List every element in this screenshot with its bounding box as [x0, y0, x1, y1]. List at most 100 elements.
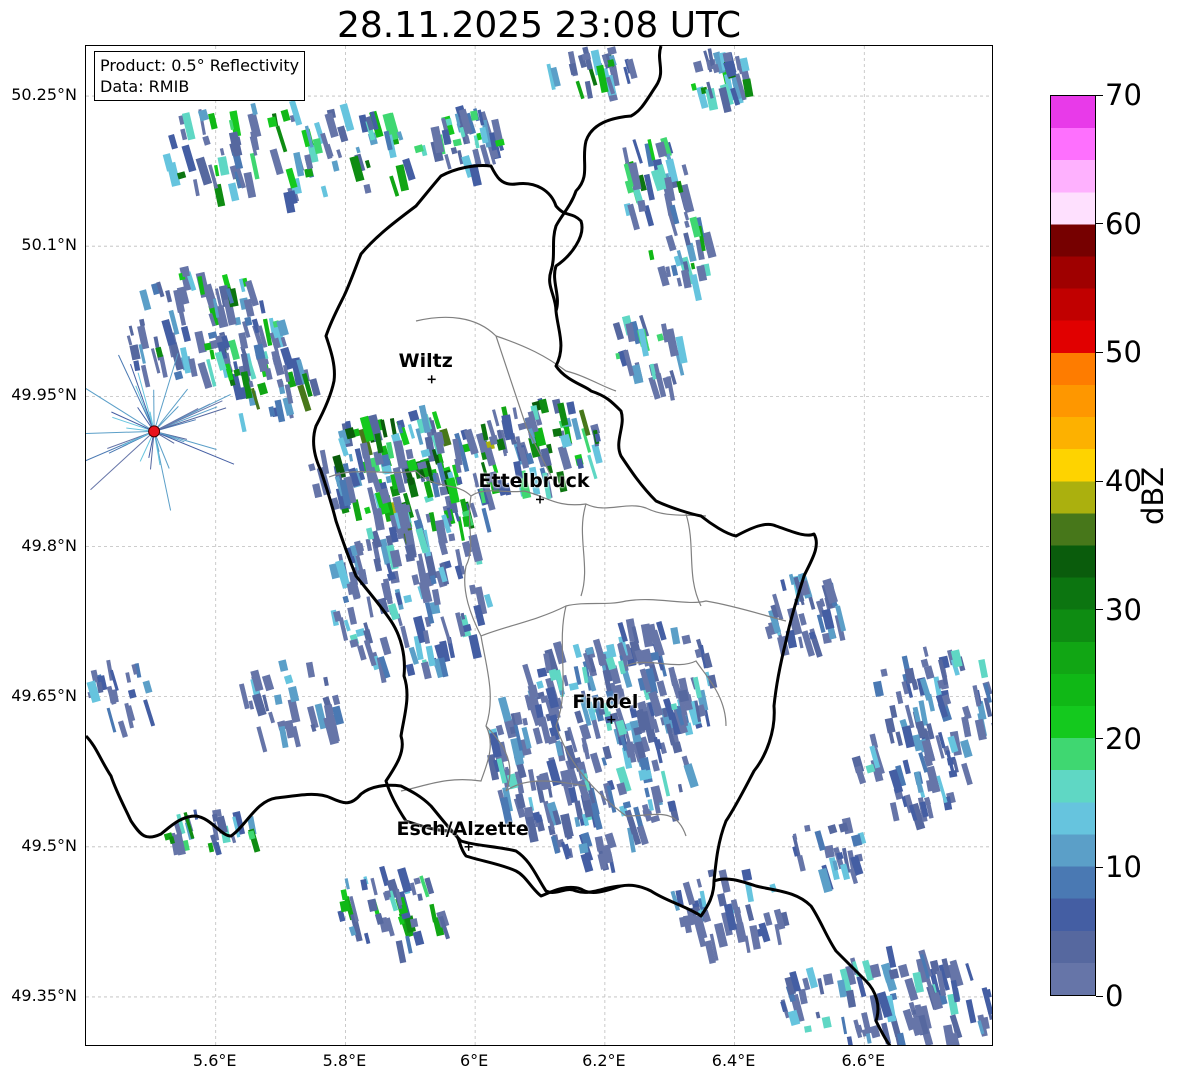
radar-echo — [591, 443, 603, 464]
radar-map[interactable] — [85, 45, 993, 1046]
radar-echo — [312, 483, 323, 499]
colorbar-tick — [1096, 94, 1103, 96]
radar-echo — [468, 634, 482, 659]
colorbar-tick — [1096, 609, 1103, 611]
radar-echo — [323, 676, 329, 687]
radar-echo — [285, 167, 298, 189]
radar-echo — [411, 574, 420, 586]
clutter-spoke — [153, 430, 235, 465]
radar-echo — [804, 1025, 812, 1033]
radar-echo — [845, 989, 857, 1008]
colorbar-tick — [1096, 223, 1103, 225]
radar-echo — [336, 149, 343, 159]
radar-echo — [320, 185, 329, 198]
radar-echo — [895, 731, 903, 747]
radar-echo — [193, 179, 200, 197]
radar-echo — [117, 720, 128, 738]
radar-echo — [512, 407, 518, 420]
radar-echo — [274, 694, 283, 705]
radar-echo — [884, 717, 896, 734]
radar-echo — [373, 557, 383, 572]
radar-echo — [305, 661, 316, 678]
canton-boundary — [685, 513, 702, 607]
radar-echo — [204, 342, 212, 351]
radar-echo — [522, 663, 535, 690]
radar-echo — [780, 579, 787, 592]
radar-echo — [155, 346, 164, 358]
radar-echo — [140, 364, 151, 388]
clutter-spoke — [86, 430, 155, 434]
radar-echo — [578, 842, 589, 854]
clutter-spoke — [153, 430, 217, 450]
radar-echo — [379, 636, 392, 656]
radar-echo — [347, 606, 358, 625]
lon-tick-label: 6.2°E — [582, 1051, 626, 1070]
radar-echo — [961, 762, 973, 786]
radar-echo — [168, 134, 178, 150]
radar-echo — [405, 448, 414, 460]
radar-echo — [162, 153, 175, 172]
radar-echo — [248, 700, 255, 710]
colorbar-tick-label: 60 — [1105, 206, 1142, 241]
radar-echo — [194, 330, 207, 354]
canton-boundary — [400, 725, 491, 792]
radar-echo — [589, 752, 603, 774]
radar-echo — [920, 658, 929, 668]
radar-echo — [560, 813, 574, 838]
radar-echo — [481, 507, 492, 533]
radar-echo — [571, 417, 582, 441]
radar-echo — [557, 402, 569, 427]
radar-echo — [452, 138, 462, 147]
radar-echo — [331, 694, 341, 706]
radar-echo — [365, 538, 373, 552]
radar-echo — [365, 527, 375, 540]
city-label-wiltz: Wiltz — [398, 350, 453, 373]
radar-site-marker[interactable] — [148, 425, 161, 438]
radar-echo — [355, 146, 361, 154]
radar-echo — [366, 596, 374, 618]
radar-echo — [660, 770, 671, 797]
radar-echo — [568, 62, 578, 76]
radar-echo — [880, 668, 888, 677]
radar-echo — [429, 903, 438, 923]
radar-echo — [219, 148, 225, 156]
radar-echo — [841, 1016, 848, 1035]
radar-echo — [681, 634, 692, 645]
radar-echo — [492, 409, 500, 427]
radar-echo — [259, 300, 266, 314]
radar-echo — [142, 680, 153, 694]
lat-tick-label: 49.65°N — [11, 685, 77, 705]
radar-echo — [417, 893, 423, 902]
radar-echo — [745, 904, 755, 922]
radar-echo — [796, 855, 806, 872]
radar-echo — [741, 868, 753, 882]
radar-echo — [573, 665, 582, 686]
lon-tick-label: 5.6°E — [192, 1051, 237, 1070]
radar-echo — [690, 83, 697, 91]
colorbar-tick — [1096, 995, 1103, 997]
radar-echo — [126, 335, 133, 346]
radar-echo — [889, 801, 900, 822]
radar-echo — [717, 893, 727, 907]
radar-echo — [656, 333, 664, 342]
radar-echo — [961, 716, 972, 738]
radar-map-canvas[interactable] — [86, 46, 993, 1046]
radar-echo — [450, 146, 458, 155]
radar-echo — [707, 674, 718, 689]
radar-echo — [993, 700, 994, 712]
radar-echo — [269, 148, 284, 176]
radar-echo — [304, 167, 314, 178]
radar-echo — [278, 659, 289, 672]
radar-echo — [696, 878, 702, 888]
colorbar-tick-label: 10 — [1105, 850, 1142, 885]
radar-echo — [143, 699, 156, 727]
radar-echo — [681, 164, 689, 176]
radar-echo — [798, 636, 804, 649]
radar-echo — [324, 112, 339, 138]
radar-echo — [293, 151, 305, 177]
radar-echo — [208, 112, 218, 130]
city-label-ettelbruck: Ettelbruck — [478, 470, 590, 493]
radar-echo — [405, 935, 413, 954]
radar-echo — [612, 321, 625, 341]
radar-echo — [552, 427, 563, 438]
